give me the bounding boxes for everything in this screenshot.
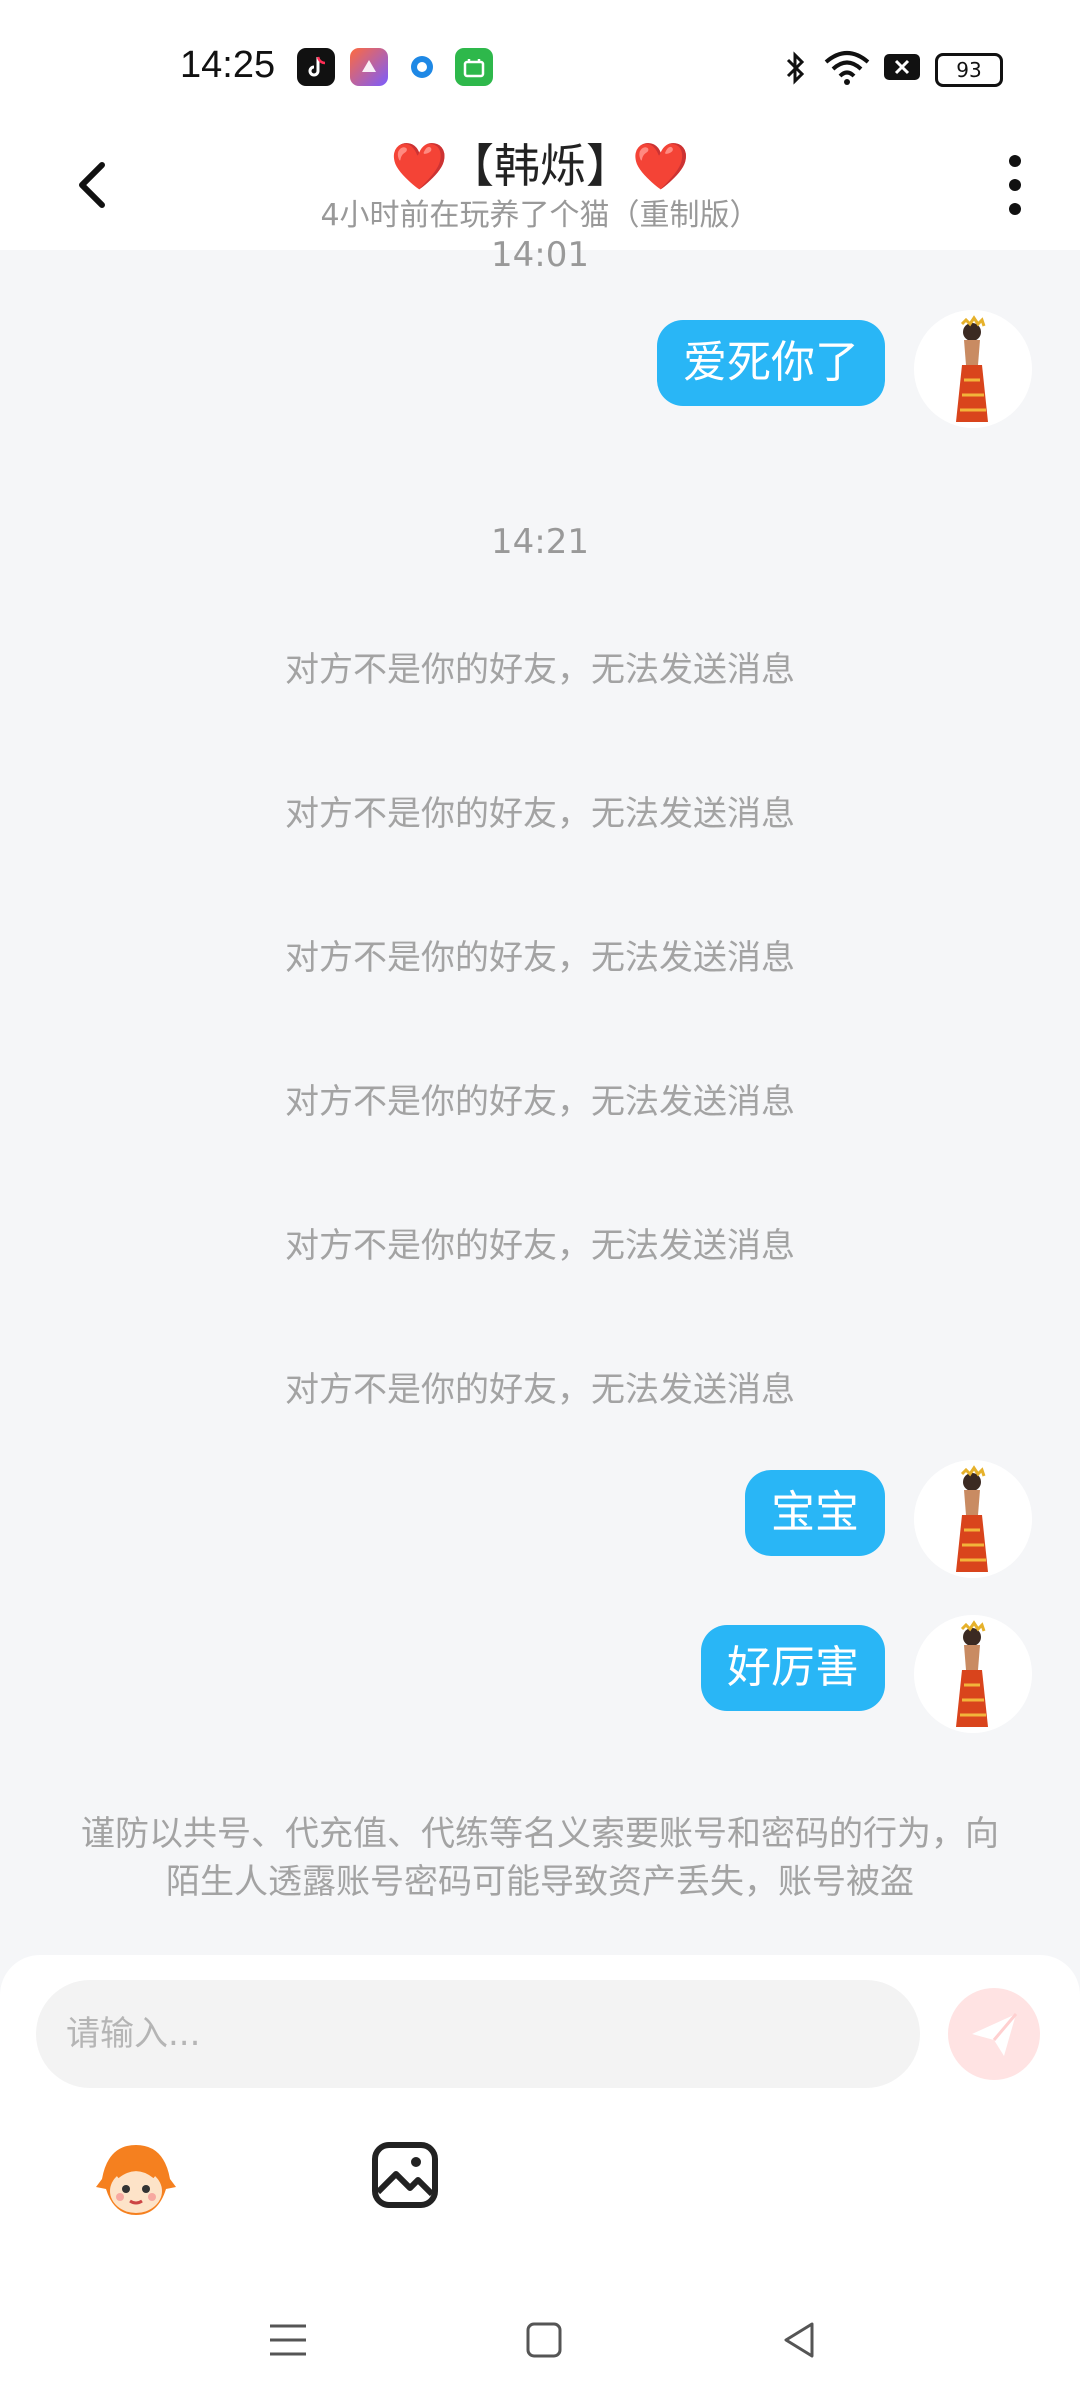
message-input[interactable] <box>36 1980 920 2088</box>
back-triangle-icon <box>784 2322 814 2358</box>
sent-message[interactable]: 爱死你了 <box>657 320 885 406</box>
sent-message[interactable]: 好厉害 <box>701 1625 885 1711</box>
mascot-emoji-icon <box>96 2145 176 2215</box>
wifi-icon <box>822 48 872 92</box>
message-row: 宝宝 <box>0 1460 1080 1600</box>
character-avatar-image <box>914 1615 1032 1733</box>
image-button[interactable] <box>370 2140 440 2210</box>
system-nav-bar <box>0 2280 1080 2400</box>
system-message: 对方不是你的好友，无法发送消息 <box>285 938 795 978</box>
send-button[interactable] <box>948 1988 1040 2080</box>
system-message: 对方不是你的好友，无法发送消息 <box>285 1226 795 1266</box>
system-message: 对方不是你的好友，无法发送消息 <box>285 650 795 690</box>
home-button[interactable] <box>514 2310 574 2370</box>
emoji-button[interactable] <box>88 2135 184 2231</box>
sim-icon <box>882 48 922 90</box>
security-warning: 谨防以共号、代充值、代练等名义索要账号和密码的行为，向陌生人透露账号密码可能导致… <box>81 1814 999 1902</box>
bluetooth-icon <box>780 48 810 92</box>
avatar[interactable] <box>914 1615 1032 1733</box>
chat-title: ❤️【韩烁】❤️ <box>390 139 690 193</box>
message-row: 好厉害 <box>0 1615 1080 1755</box>
kuaishou-icon <box>350 48 388 86</box>
status-bar: 14:25 93 <box>0 0 1080 120</box>
system-message: 对方不是你的好友，无法发送消息 <box>285 1370 795 1410</box>
tiktok-icon <box>297 48 335 86</box>
battery-indicator: 93 <box>935 53 1003 87</box>
chat-area[interactable]: 14:01 爱死你了 14:21 对方不是你的好友，无法发送消息 对方不是你的好… <box>0 235 1080 1950</box>
more-button[interactable] <box>990 145 1040 225</box>
avatar[interactable] <box>914 310 1032 428</box>
sent-message[interactable]: 宝宝 <box>745 1470 885 1556</box>
more-vertical-icon <box>1009 155 1021 215</box>
app-store-icon <box>455 48 493 86</box>
timestamp: 14:01 <box>491 235 589 275</box>
menu-icon <box>270 2324 306 2356</box>
chat-header: ❤️【韩烁】❤️ 4小时前在玩养了个猫（重制版） <box>0 120 1080 250</box>
avatar[interactable] <box>914 1460 1032 1578</box>
paper-plane-icon <box>972 2013 1018 2056</box>
message-row: 爱死你了 <box>0 310 1080 450</box>
battery-level: 93 <box>956 58 982 82</box>
status-time: 14:25 <box>180 44 276 86</box>
menu-button[interactable] <box>258 2310 318 2370</box>
system-message: 对方不是你的好友，无法发送消息 <box>285 794 795 834</box>
back-nav-button[interactable] <box>770 2310 830 2370</box>
character-avatar-image <box>914 1460 1032 1578</box>
timestamp: 14:21 <box>491 522 589 562</box>
character-avatar-image <box>914 310 1032 428</box>
browser-icon <box>403 48 441 86</box>
chat-subtitle: 4小时前在玩养了个猫（重制版） <box>320 198 760 233</box>
system-message: 对方不是你的好友，无法发送消息 <box>285 1082 795 1122</box>
image-icon <box>372 2142 438 2208</box>
home-square-icon <box>526 2322 562 2358</box>
